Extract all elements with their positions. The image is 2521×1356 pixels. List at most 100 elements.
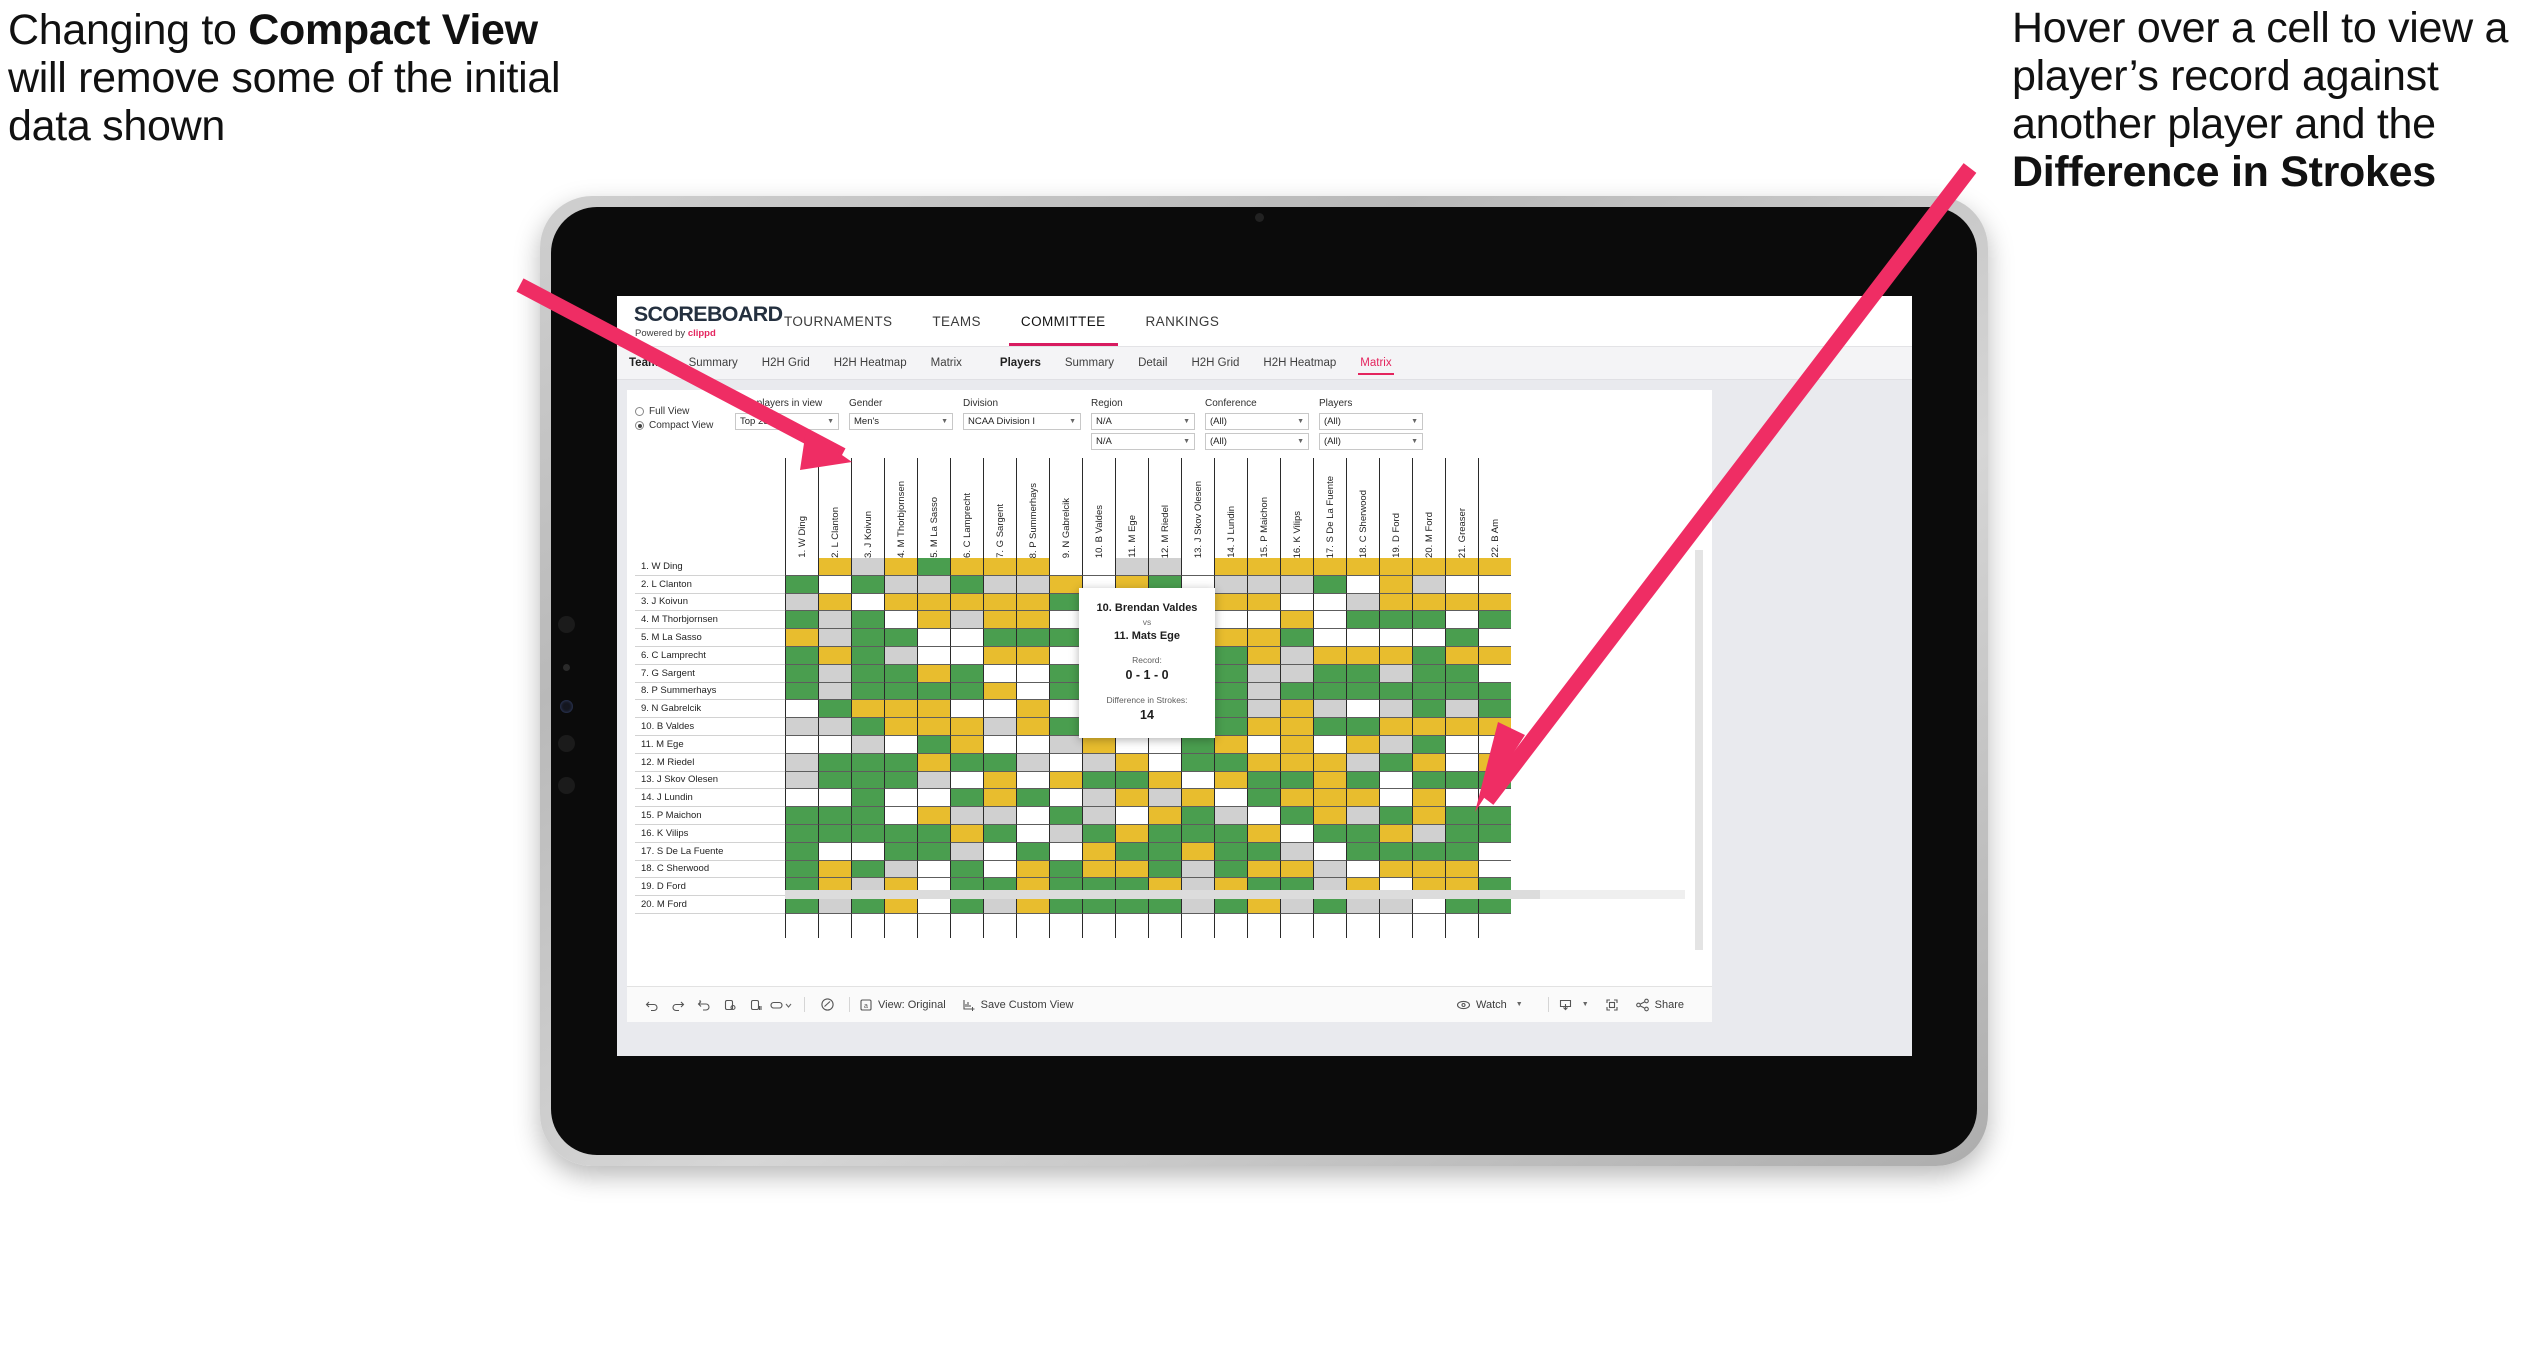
matrix-cell[interactable] — [851, 771, 884, 790]
matrix-cell[interactable] — [1214, 824, 1247, 843]
matrix-cell[interactable] — [1082, 789, 1115, 808]
matrix-cell[interactable] — [818, 842, 851, 861]
matrix-cell[interactable] — [851, 664, 884, 683]
sub-tab-teams-h2h-grid[interactable]: H2H Grid — [750, 347, 822, 379]
matrix-cell[interactable] — [983, 700, 1016, 719]
matrix-cell[interactable] — [1412, 558, 1445, 576]
matrix-cell[interactable] — [1379, 789, 1412, 808]
matrix-cell[interactable] — [884, 611, 917, 630]
matrix-cell[interactable] — [983, 789, 1016, 808]
matrix-cell[interactable] — [1016, 611, 1049, 630]
matrix-cell[interactable] — [884, 824, 917, 843]
matrix-cell[interactable] — [1049, 842, 1082, 861]
select-region-secondary[interactable]: N/A ▼ — [1091, 433, 1195, 450]
nav-tab-teams[interactable]: TEAMS — [912, 296, 1001, 346]
matrix-cell[interactable] — [818, 718, 851, 736]
matrix-cell[interactable] — [1280, 700, 1313, 719]
matrix-cell[interactable] — [1115, 558, 1148, 576]
matrix-cell[interactable] — [1379, 735, 1412, 754]
matrix-cell[interactable] — [1214, 753, 1247, 772]
select-players-secondary[interactable]: (All) ▼ — [1319, 433, 1423, 450]
matrix-cell[interactable] — [1478, 771, 1511, 790]
matrix-cell[interactable] — [1181, 842, 1214, 861]
brand-logo[interactable]: SCOREBOARD Powered by clippd — [617, 296, 783, 346]
radio-compact-view[interactable]: Compact View — [635, 420, 735, 431]
matrix-cell[interactable] — [917, 860, 950, 879]
matrix-cell[interactable] — [785, 807, 818, 825]
matrix-cell[interactable] — [1148, 807, 1181, 825]
matrix-cell[interactable] — [785, 753, 818, 772]
volume-down-button-icon[interactable] — [558, 735, 575, 752]
radio-full-view[interactable]: Full View — [635, 406, 735, 417]
matrix-cell[interactable] — [1313, 860, 1346, 879]
matrix-cell[interactable] — [1478, 664, 1511, 683]
matrix-cell[interactable] — [1214, 789, 1247, 808]
matrix-cell[interactable] — [785, 593, 818, 612]
matrix-cell[interactable] — [1016, 575, 1049, 594]
select-division[interactable]: NCAA Division I ▼ — [963, 413, 1081, 430]
matrix-cell[interactable] — [983, 575, 1016, 594]
matrix-cell[interactable] — [1247, 807, 1280, 825]
undo-icon[interactable] — [639, 998, 665, 1012]
matrix-cell[interactable] — [917, 735, 950, 754]
matrix-cell[interactable] — [1049, 771, 1082, 790]
matrix-cell[interactable] — [818, 807, 851, 825]
matrix-cell[interactable] — [1181, 771, 1214, 790]
matrix-cell[interactable] — [1082, 558, 1115, 576]
matrix-cell[interactable] — [884, 753, 917, 772]
matrix-cell[interactable] — [1214, 646, 1247, 665]
matrix-cell[interactable] — [1379, 629, 1412, 647]
matrix-cell[interactable] — [917, 842, 950, 861]
watch-button[interactable]: Watch ▼ — [1456, 999, 1523, 1011]
matrix-cell[interactable] — [1412, 771, 1445, 790]
matrix-cell[interactable] — [1115, 753, 1148, 772]
matrix-cell[interactable] — [1280, 807, 1313, 825]
matrix-cell[interactable] — [1280, 735, 1313, 754]
matrix-cell[interactable] — [884, 860, 917, 879]
help-icon[interactable] — [814, 997, 840, 1012]
matrix-cell[interactable] — [1412, 575, 1445, 594]
matrix-cell[interactable] — [917, 753, 950, 772]
matrix-cell[interactable] — [1214, 700, 1247, 719]
matrix-cell[interactable] — [917, 824, 950, 843]
matrix-cell[interactable] — [1115, 771, 1148, 790]
matrix-cell[interactable] — [1478, 646, 1511, 665]
matrix-cell[interactable] — [1049, 789, 1082, 808]
matrix-cell[interactable] — [818, 575, 851, 594]
matrix-cell[interactable] — [785, 646, 818, 665]
matrix-cell[interactable] — [818, 789, 851, 808]
matrix-cell[interactable] — [1181, 807, 1214, 825]
matrix-cell[interactable] — [785, 824, 818, 843]
matrix-cell[interactable] — [1148, 842, 1181, 861]
matrix-cell[interactable] — [1313, 611, 1346, 630]
matrix-cell[interactable] — [818, 824, 851, 843]
matrix-cell[interactable] — [1379, 593, 1412, 612]
matrix-cell[interactable] — [1445, 646, 1478, 665]
matrix-cell[interactable] — [884, 629, 917, 647]
matrix-cell[interactable] — [1016, 629, 1049, 647]
sub-tab-teams-h2h-heatmap[interactable]: H2H Heatmap — [822, 347, 919, 379]
matrix-cell[interactable] — [1049, 735, 1082, 754]
matrix-cell[interactable] — [1016, 842, 1049, 861]
matrix-cell[interactable] — [1049, 611, 1082, 630]
matrix-cell[interactable] — [950, 753, 983, 772]
matrix-cell[interactable] — [1445, 629, 1478, 647]
matrix-horizontal-scrollbar[interactable] — [785, 890, 1685, 899]
matrix-cell[interactable] — [785, 700, 818, 719]
matrix-cell[interactable] — [1247, 753, 1280, 772]
matrix-cell[interactable] — [1148, 735, 1181, 754]
matrix-cell[interactable] — [1280, 753, 1313, 772]
matrix-cell[interactable] — [785, 682, 818, 701]
matrix-cell[interactable] — [1445, 664, 1478, 683]
matrix-cell[interactable] — [1148, 558, 1181, 576]
matrix-cell[interactable] — [1247, 860, 1280, 879]
matrix-cell[interactable] — [983, 558, 1016, 576]
fullscreen-button[interactable] — [1605, 998, 1619, 1012]
share-button[interactable]: Share — [1635, 998, 1684, 1012]
matrix-cell[interactable] — [917, 629, 950, 647]
matrix-cell[interactable] — [917, 646, 950, 665]
refresh-icon[interactable] — [717, 998, 743, 1012]
matrix-cell[interactable] — [851, 789, 884, 808]
matrix-cell[interactable] — [785, 664, 818, 683]
matrix-cell[interactable] — [983, 860, 1016, 879]
